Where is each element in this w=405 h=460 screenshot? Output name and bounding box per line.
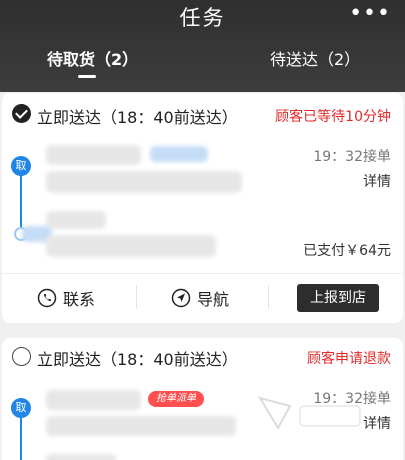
order-card[interactable]: 立即送达（18：40前送达） 顾客已等待10分钟 取 19：32接单 详情 已支… <box>2 93 403 323</box>
navigate-button[interactable]: 导航 <box>171 284 229 312</box>
navigate-label: 导航 <box>197 290 230 309</box>
payment-amount: 已支付￥64元 <box>303 243 391 259</box>
page-title: 任务 <box>179 6 226 30</box>
store-address-redacted <box>46 171 242 193</box>
accept-time: 19：32接单 <box>313 149 391 165</box>
checked-circle-icon[interactable] <box>12 104 31 123</box>
pickup-badge: 取 <box>11 398 31 418</box>
store-name-redacted <box>46 145 141 165</box>
action-separator <box>268 285 269 309</box>
contact-label: 联系 <box>63 290 96 309</box>
detail-link[interactable]: 详情 <box>363 171 391 191</box>
phone-icon <box>37 288 57 308</box>
grab-order-tag: 抢单派单 <box>148 391 204 407</box>
navigation-arrow-icon <box>171 288 191 308</box>
active-tab-indicator <box>78 75 96 78</box>
order-delivery-type: 立即送达（18：40前送达） <box>37 350 238 369</box>
tab-pending-delivery[interactable]: 待送达（2） <box>270 46 360 70</box>
pickup-badge: 取 <box>11 156 31 176</box>
contact-button[interactable]: 联系 <box>37 284 95 312</box>
tab-pending-pickup[interactable]: 待取货（2） <box>47 46 138 70</box>
order-status: 顾客申请退款 <box>307 351 391 367</box>
customer-name-redacted <box>46 211 106 229</box>
action-separator <box>136 285 137 309</box>
report-arrival-button[interactable]: 上报到店 <box>297 284 379 312</box>
tag-redacted <box>150 146 208 162</box>
store-address-redacted <box>46 416 236 436</box>
customer-address-redacted <box>46 235 216 257</box>
order-delivery-type: 立即送达（18：40前送达） <box>37 108 238 127</box>
card-divider <box>2 273 403 274</box>
store-name-redacted <box>46 390 141 410</box>
customer-name-redacted <box>46 454 116 460</box>
watermark-logo-icon <box>257 396 361 431</box>
more-dots-icon[interactable]: ••• <box>349 3 391 25</box>
app-header: 任务 ••• 待取货（2） 待送达（2） <box>0 0 405 92</box>
route-line <box>20 168 22 233</box>
order-status: 顾客已等待10分钟 <box>275 109 391 125</box>
unchecked-circle-icon[interactable] <box>12 347 31 366</box>
